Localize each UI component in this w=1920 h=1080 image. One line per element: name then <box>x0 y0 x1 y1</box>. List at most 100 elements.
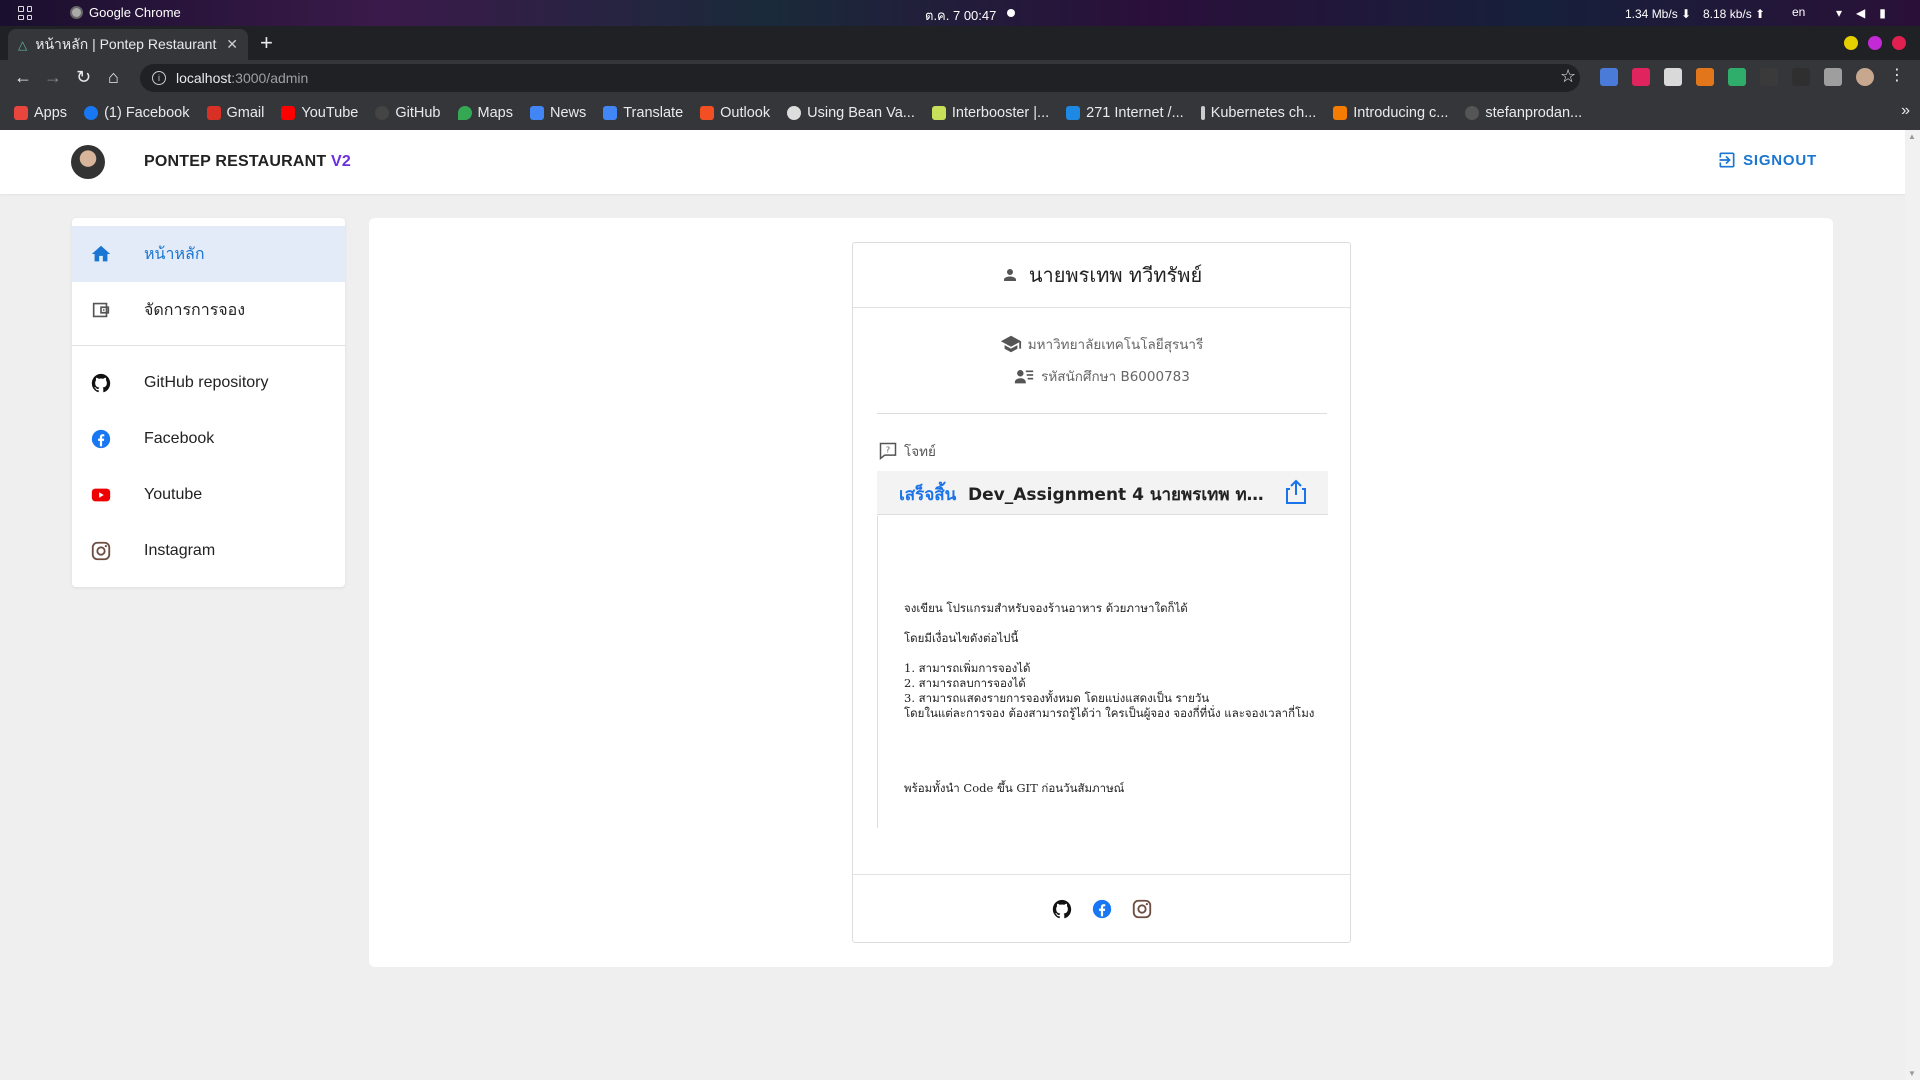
bookmark-item[interactable]: stefanprodan... <box>1465 105 1582 121</box>
bookmark-item[interactable]: Interbooster |... <box>931 105 1050 121</box>
signout-button[interactable]: SIGNOUT <box>1717 150 1817 170</box>
volume-icon: ◀ <box>1856 6 1866 20</box>
window-controls <box>1844 36 1906 50</box>
card-divider <box>877 413 1327 414</box>
printer-ext-icon[interactable] <box>1664 68 1682 86</box>
bookmark-label: Kubernetes ch... <box>1210 105 1317 121</box>
profile-card: นายพรเทพ ทวีทรัพย์ มหาวิทยาลัยเทคโนโลยีส… <box>852 242 1351 943</box>
post-line: โดยในแต่ละการจอง ต้องสามารถรู้ได้ว่า ใคร… <box>904 706 1315 720</box>
youtube-icon <box>90 484 112 506</box>
tab-close-icon[interactable]: ✕ <box>226 36 238 53</box>
bookmark-icon <box>84 106 99 120</box>
new-tab-icon[interactable]: + <box>260 32 273 54</box>
reload-icon[interactable]: ↻ <box>76 67 91 88</box>
bookmark-label: Interbooster |... <box>951 105 1050 121</box>
translate-ext-icon[interactable] <box>1600 68 1618 86</box>
forward-icon[interactable]: → <box>44 67 62 88</box>
bookmark-label: 271 Internet /... <box>1086 105 1184 121</box>
os-top-bar: Google Chrome ต.ค. 7 00:47 1.34 Mb/s ⬇ 8… <box>0 0 1920 26</box>
status-badge: เสร็จสิ้น <box>899 485 957 505</box>
profile-avatar[interactable] <box>1856 68 1874 86</box>
bookmark-label: Gmail <box>226 105 265 121</box>
minimize-button[interactable] <box>1844 36 1858 50</box>
bookmark-item[interactable]: Translate <box>603 105 683 121</box>
language-indicator[interactable]: en <box>1792 5 1805 19</box>
dev-ext-icon[interactable] <box>1792 68 1810 86</box>
bookmark-star-icon[interactable]: ☆ <box>1560 66 1576 87</box>
home-button-icon[interactable]: ⌂ <box>108 67 119 88</box>
page-scrollbar[interactable]: ▲ ▼ <box>1905 130 1920 1080</box>
scroll-up-icon[interactable]: ▲ <box>1908 132 1916 141</box>
bookmark-item[interactable]: Maps <box>457 105 513 121</box>
bookmark-item[interactable]: News <box>529 105 587 121</box>
bookmark-icon <box>700 106 715 120</box>
sidebar-item-manage-bookings[interactable]: จัดการการจอง <box>72 282 345 338</box>
sidebar-item-youtube[interactable]: Youtube <box>72 467 345 523</box>
sidebar-item-label: หน้าหลัก <box>144 245 205 263</box>
active-app[interactable]: Google Chrome <box>70 5 181 20</box>
bookmark-label: News <box>549 105 587 121</box>
assignment-post-header[interactable]: เสร็จสิ้น Dev_Assignment 4 นายพรเทพ ทวีท… <box>877 471 1328 515</box>
bookmark-item[interactable]: Apps <box>14 105 67 121</box>
system-tray[interactable]: ▾ ◀ ▮ <box>1836 6 1886 20</box>
signout-label: SIGNOUT <box>1743 151 1817 169</box>
site-info-icon[interactable]: i <box>152 71 166 85</box>
bookmarks-overflow-icon[interactable]: » <box>1901 102 1910 120</box>
post-title[interactable]: Dev_Assignment 4 นายพรเทพ ทวีทรัพย์ <box>968 481 1268 508</box>
close-button[interactable] <box>1892 36 1906 50</box>
bookmark-label: Introducing c... <box>1353 105 1449 121</box>
metamask-ext-icon[interactable] <box>1696 68 1714 86</box>
wallet-icon <box>90 299 112 321</box>
scroll-down-icon[interactable]: ▼ <box>1908 1069 1916 1078</box>
pen-ext-icon[interactable] <box>1760 68 1778 86</box>
bookmark-icon <box>529 106 544 120</box>
bookmark-item[interactable]: Using Bean Va... <box>787 105 915 121</box>
bookmark-icon <box>603 106 618 120</box>
address-bar: ← → ↻ ⌂ i localhost:3000/admin ☆ ⋮ <box>0 60 1920 96</box>
bookmark-item[interactable]: Introducing c... <box>1333 105 1448 121</box>
browser-tab[interactable]: △ หน้าหลัก | Pontep Restaurant ✕ <box>8 29 248 60</box>
chrome-icon <box>70 6 83 19</box>
brand-title[interactable]: PONTEP RESTAURANT V2 <box>144 153 351 171</box>
bookmark-item[interactable]: (1) Facebook <box>84 105 190 121</box>
sidebar-item-facebook[interactable]: Facebook <box>72 411 345 467</box>
url-field[interactable]: i localhost:3000/admin <box>140 64 1580 92</box>
bookmark-item[interactable]: GitHub <box>375 105 441 121</box>
bookmark-item[interactable]: Kubernetes ch... <box>1200 105 1317 121</box>
puzzle-ext-icon[interactable] <box>1824 68 1842 86</box>
net-down-speed: 1.34 Mb/s ⬇ <box>1625 7 1692 21</box>
sidebar-item-github[interactable]: GitHub repository <box>72 355 345 411</box>
bookmark-icon <box>1066 106 1081 120</box>
url-host: localhost <box>176 70 232 86</box>
maximize-button[interactable] <box>1868 36 1882 50</box>
color-ext-icon[interactable] <box>1728 68 1746 86</box>
bookmark-icon <box>787 106 802 120</box>
app-grid-icon[interactable] <box>18 6 32 20</box>
university-line: มหาวิทยาลัยเทคโนโลยีสุรนารี <box>853 333 1350 355</box>
wifi-icon: ▾ <box>1836 6 1843 20</box>
bookmark-item[interactable]: YouTube <box>281 105 358 121</box>
github-icon <box>90 372 112 394</box>
clock[interactable]: ต.ค. 7 00:47 <box>925 5 996 26</box>
sidebar-item-instagram[interactable]: Instagram <box>72 523 345 579</box>
facebook-icon[interactable] <box>1091 898 1113 920</box>
github-icon[interactable] <box>1051 898 1073 920</box>
tab-favicon-icon: △ <box>18 37 28 52</box>
profile-name: นายพรเทพ ทวีทรัพย์ <box>1028 263 1203 287</box>
sidebar-item-home[interactable]: หน้าหลัก <box>72 226 345 282</box>
bookmark-item[interactable]: Outlook <box>700 105 770 121</box>
person-list-icon <box>1014 370 1034 384</box>
back-icon[interactable]: ← <box>14 67 32 88</box>
bookmark-icon <box>1200 106 1205 120</box>
bookmark-item[interactable]: 271 Internet /... <box>1066 105 1184 121</box>
bookmark-label: GitHub <box>395 105 441 121</box>
instagram-icon[interactable] <box>1131 898 1153 920</box>
graduation-cap-icon <box>1000 335 1021 353</box>
sidebar-item-label: Instagram <box>144 542 216 559</box>
url-path: :3000/admin <box>231 70 309 86</box>
menu-kebab-icon[interactable]: ⋮ <box>1888 68 1906 86</box>
record-ext-icon[interactable] <box>1632 68 1650 86</box>
bookmark-item[interactable]: Gmail <box>206 105 265 121</box>
problem-label-text: โจทย์ <box>904 444 936 460</box>
share-icon[interactable] <box>1284 479 1308 510</box>
